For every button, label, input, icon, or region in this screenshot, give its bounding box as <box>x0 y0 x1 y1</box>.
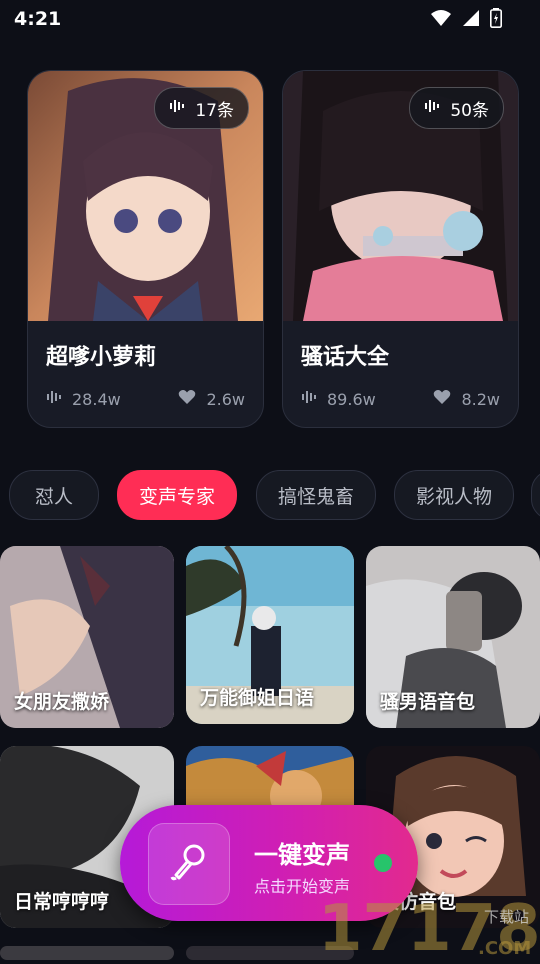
clip-count: 17条 <box>195 100 234 121</box>
watermark-suffix: .COM <box>478 938 531 959</box>
waveform-icon <box>301 389 317 409</box>
voice-pack-tile[interactable] <box>0 946 174 960</box>
microphone-icon <box>169 842 209 886</box>
category-chip-voice-expert[interactable]: 变声专家 <box>117 470 237 520</box>
featured-card[interactable]: 50条 骚话大全 89.6w 8.2w <box>282 70 519 428</box>
heart-icon <box>178 389 196 409</box>
status-time: 4:21 <box>14 8 62 30</box>
waveform-icon <box>169 98 185 119</box>
category-chip-funny[interactable]: 搞怪鬼畜 <box>256 470 376 520</box>
featured-title: 骚话大全 <box>301 345 390 370</box>
voice-pack-tile[interactable]: 女朋友撒娇 <box>0 546 174 728</box>
fab-title: 一键变声 <box>254 841 350 869</box>
watermark-site: 下载站 <box>484 908 529 926</box>
play-count: 28.4w <box>46 389 121 409</box>
clip-count-badge: 17条 <box>154 87 249 129</box>
category-chip-film-characters[interactable]: 影视人物 <box>394 470 514 520</box>
featured-title: 超嗲小萝莉 <box>46 345 157 370</box>
like-count: 8.2w <box>433 389 500 409</box>
status-bar: 4:21 <box>0 0 540 38</box>
battery-icon <box>490 8 502 32</box>
voice-pack-tile[interactable]: 骚男语音包 <box>366 546 540 728</box>
watermark-logo: 17178 下载站 .COM <box>318 880 540 964</box>
like-count-value: 2.6w <box>206 389 245 409</box>
featured-carousel: 17条 超嗲小萝莉 28.4w 2.6w 50条 骚话大全 89.6w 8.2w <box>0 70 540 430</box>
clip-count: 50条 <box>450 100 489 121</box>
waveform-icon <box>424 98 440 119</box>
tile-label: 日常哼哼哼 <box>14 891 110 913</box>
play-count: 89.6w <box>301 389 376 409</box>
wifi-icon <box>430 9 452 31</box>
signal-icon <box>462 9 480 31</box>
like-count: 2.6w <box>178 389 245 409</box>
tile-label: 万能御姐日语 <box>200 687 315 709</box>
clip-count-badge: 50条 <box>409 87 504 129</box>
play-count-value: 89.6w <box>327 389 376 409</box>
voice-pack-tile[interactable]: 万能御姐日语 <box>186 546 354 724</box>
status-icons <box>430 8 502 32</box>
category-chip-more[interactable] <box>531 470 540 520</box>
waveform-icon <box>46 389 62 409</box>
heart-icon <box>433 389 451 409</box>
tile-label: 骚男语音包 <box>380 691 476 713</box>
featured-card[interactable]: 17条 超嗲小萝莉 28.4w 2.6w <box>27 70 264 428</box>
like-count-value: 8.2w <box>461 389 500 409</box>
category-chip-dui-ren[interactable]: 怼人 <box>9 470 99 520</box>
online-status-dot <box>374 854 392 872</box>
mic-button[interactable] <box>148 823 230 905</box>
play-count-value: 28.4w <box>72 389 121 409</box>
category-tabs: 怼人 变声专家 搞怪鬼畜 影视人物 <box>0 470 540 522</box>
tile-label: 女朋友撒娇 <box>14 691 110 713</box>
